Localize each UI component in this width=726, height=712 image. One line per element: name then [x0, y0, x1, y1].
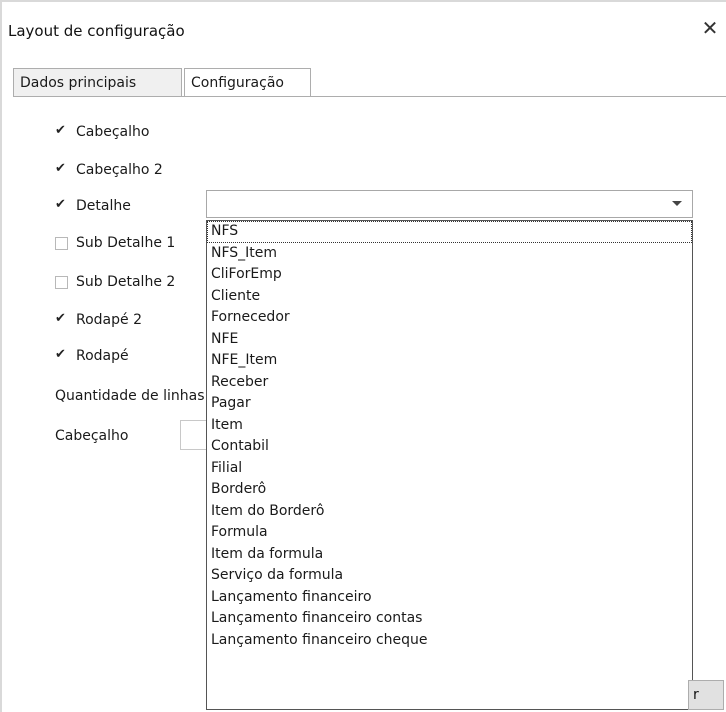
partially-hidden-button[interactable]: r	[688, 680, 724, 710]
dropdown-item-servico-da-formula[interactable]: Serviço da formula	[207, 565, 692, 587]
dropdown-item-lancamento-financeiro-cheque[interactable]: Lançamento financeiro cheque	[207, 630, 692, 652]
dialog-title: Layout de configuração	[8, 22, 185, 40]
checkbox-rodape[interactable]	[55, 347, 68, 363]
check-label-cabecalho: Cabeçalho	[76, 124, 150, 140]
check-label-sub-detalhe-2: Sub Detalhe 2	[76, 274, 176, 290]
cabecalho-quantity-label: Cabeçalho	[55, 428, 129, 444]
check-rodape[interactable]: Rodapé	[55, 346, 129, 366]
checkbox-detalhe[interactable]	[55, 197, 68, 213]
chevron-down-icon[interactable]	[672, 201, 682, 206]
check-label-detalhe: Detalhe	[76, 198, 131, 214]
close-icon[interactable]: ✕	[700, 18, 720, 38]
detalhe-dropdown-list[interactable]: NFS NFS_Item CliForEmp Cliente Fornecedo…	[206, 220, 693, 710]
dropdown-item-cliforemp[interactable]: CliForEmp	[207, 264, 692, 286]
window-frame-left	[0, 0, 2, 712]
window-frame-top	[0, 0, 726, 2]
quantidade-label: Quantidade de linhas	[55, 388, 205, 404]
check-cabecalho-2[interactable]: Cabeçalho 2	[55, 160, 163, 180]
check-sub-detalhe-1[interactable]: Sub Detalhe 1	[55, 233, 175, 253]
checkbox-rodape-2[interactable]	[55, 311, 68, 327]
dropdown-item-fornecedor[interactable]: Fornecedor	[207, 307, 692, 329]
check-cabecalho[interactable]: Cabeçalho	[55, 122, 149, 142]
check-sub-detalhe-2[interactable]: Sub Detalhe 2	[55, 272, 175, 292]
dropdown-item-item[interactable]: Item	[207, 415, 692, 437]
dropdown-item-cliente[interactable]: Cliente	[207, 286, 692, 308]
checkbox-cabecalho-2[interactable]	[55, 161, 68, 177]
dropdown-item-nfe[interactable]: NFE	[207, 329, 692, 351]
dropdown-item-receber[interactable]: Receber	[207, 372, 692, 394]
dropdown-item-nfs[interactable]: NFS	[207, 221, 692, 243]
dropdown-item-formula[interactable]: Formula	[207, 522, 692, 544]
configuration-dialog: Layout de configuração ✕ Dados principai…	[0, 0, 726, 712]
tab-strip-divider	[13, 96, 726, 97]
dropdown-item-bordero[interactable]: Borderô	[207, 479, 692, 501]
checkbox-sub-detalhe-2[interactable]	[55, 275, 68, 289]
dropdown-item-item-da-formula[interactable]: Item da formula	[207, 544, 692, 566]
dropdown-item-lancamento-financeiro[interactable]: Lançamento financeiro	[207, 587, 692, 609]
detalhe-combobox[interactable]	[206, 190, 693, 218]
dropdown-item-pagar[interactable]: Pagar	[207, 393, 692, 415]
dropdown-item-item-do-bordero[interactable]: Item do Borderô	[207, 501, 692, 523]
check-label-rodape-2: Rodapé 2	[76, 312, 142, 328]
dropdown-item-contabil[interactable]: Contabil	[207, 436, 692, 458]
dropdown-item-lancamento-financeiro-contas[interactable]: Lançamento financeiro contas	[207, 608, 692, 630]
check-label-rodape: Rodapé	[76, 348, 129, 364]
checkbox-cabecalho[interactable]	[55, 123, 68, 139]
checkbox-sub-detalhe-1[interactable]	[55, 236, 68, 250]
dropdown-item-nfs-item[interactable]: NFS_Item	[207, 243, 692, 265]
check-detalhe[interactable]: Detalhe	[55, 196, 131, 216]
dropdown-item-nfe-item[interactable]: NFE_Item	[207, 350, 692, 372]
check-label-sub-detalhe-1: Sub Detalhe 1	[76, 235, 176, 251]
dropdown-item-filial[interactable]: Filial	[207, 458, 692, 480]
check-rodape-2[interactable]: Rodapé 2	[55, 310, 142, 330]
tab-dados-principais[interactable]: Dados principais	[13, 68, 182, 96]
check-label-cabecalho-2: Cabeçalho 2	[76, 162, 163, 178]
tab-configuracao[interactable]: Configuração	[184, 68, 311, 96]
